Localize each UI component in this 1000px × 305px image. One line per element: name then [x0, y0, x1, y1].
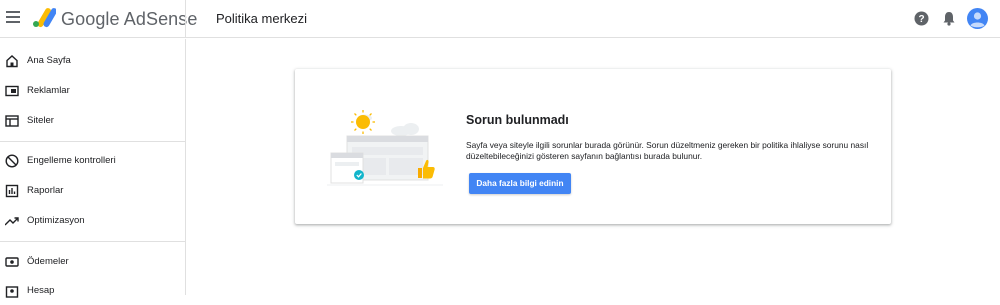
sidebar-item-label: Hesap: [27, 285, 55, 296]
no-issues-card: Sorun bulunmadı Sayfa veya siteyle ilgil…: [295, 69, 891, 224]
avatar[interactable]: [967, 8, 988, 29]
adsense-logo[interactable]: [32, 8, 56, 28]
page-title: Politika merkezi: [216, 11, 308, 26]
bell-icon[interactable]: [942, 11, 956, 26]
sidebar-item-account[interactable]: Hesap: [0, 277, 185, 305]
sidebar-item-payments[interactable]: Ödemeler: [0, 248, 185, 276]
brand-name[interactable]: Google AdSense: [61, 9, 198, 30]
sidebar-item-label: Engelleme kontrolleri: [27, 155, 116, 166]
sidebar-item-label: Ana Sayfa: [27, 55, 71, 66]
sidebar-item-label: Ödemeler: [27, 256, 69, 267]
sidebar-item-reports[interactable]: Raporlar: [0, 177, 185, 205]
sites-icon: [5, 115, 19, 127]
sidebar-item-label: Siteler: [27, 115, 54, 126]
sidebar-item-label: Raporlar: [27, 185, 64, 196]
sidebar-item-label: Reklamlar: [27, 85, 70, 96]
account-icon: [5, 286, 19, 298]
nav-divider: [0, 241, 185, 242]
help-icon[interactable]: ?: [914, 11, 929, 26]
sidebar-item-ads[interactable]: Reklamlar: [0, 77, 185, 105]
ads-icon: [5, 85, 19, 97]
trending-icon: [5, 217, 19, 226]
learn-more-button[interactable]: Daha fazla bilgi edinin: [469, 173, 571, 194]
svg-text:?: ?: [918, 14, 924, 25]
card-description: Sayfa veya siteyle ilgili sorunlar burad…: [466, 140, 869, 161]
sidebar: Ana Sayfa Reklamlar Siteler Engelleme ko…: [0, 39, 186, 298]
sidebar-item-optimization[interactable]: Optimizasyon: [0, 207, 185, 235]
sidebar-item-home[interactable]: Ana Sayfa: [0, 47, 185, 75]
header-divider: [185, 0, 186, 38]
nav-divider: [0, 141, 185, 142]
top-app-bar: Google AdSense Politika merkezi ?: [0, 0, 1000, 38]
sidebar-item-sites[interactable]: Siteler: [0, 107, 185, 135]
menu-icon[interactable]: [6, 11, 20, 25]
payments-icon: [5, 257, 19, 267]
card-title: Sorun bulunmadı: [466, 113, 569, 127]
block-icon: [5, 154, 19, 168]
sidebar-item-blocking-controls[interactable]: Engelleme kontrolleri: [0, 147, 185, 175]
no-issues-illustration: [327, 110, 443, 186]
sidebar-item-label: Optimizasyon: [27, 215, 85, 226]
reports-icon: [5, 184, 19, 198]
home-icon: [6, 55, 18, 68]
